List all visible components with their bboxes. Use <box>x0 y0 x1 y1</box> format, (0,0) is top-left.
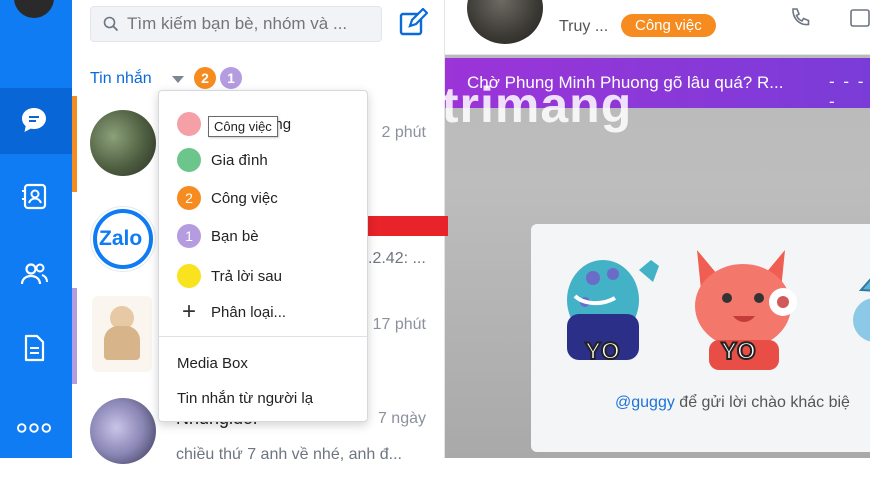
dropdown-add-category[interactable]: + Phân loại... <box>177 298 287 325</box>
sticker-greeting: @guggy để gửi lời chào khác biệ <box>615 394 850 412</box>
chat-avatar[interactable] <box>467 0 543 44</box>
row-tag-indicator <box>72 96 77 192</box>
zalo-logo-icon: Zalo <box>90 206 156 272</box>
document-icon[interactable] <box>16 330 52 366</box>
phone-icon[interactable] <box>789 6 813 33</box>
monster-sticker-icon[interactable]: YO <box>555 240 665 376</box>
chevron-down-icon[interactable] <box>172 76 184 83</box>
filter-label[interactable]: Tin nhắn <box>90 70 152 88</box>
zalo-logo-text: Zalo <box>99 227 143 250</box>
conversation-time: 7 ngày <box>377 410 426 427</box>
more-icon[interactable] <box>16 410 52 446</box>
fox-sticker-icon[interactable]: YO <box>683 240 807 376</box>
chat-tag-badge[interactable]: Công việc <box>621 14 716 37</box>
video-call-icon[interactable] <box>849 8 870 35</box>
dropdown-media-box[interactable]: Media Box <box>177 350 248 376</box>
tooltip: Công việc <box>208 116 278 137</box>
girl-illustration-avatar-icon <box>92 296 152 372</box>
dropdown-item-family[interactable]: Gia đình <box>177 147 268 173</box>
chat-name: Truy ... <box>559 18 609 35</box>
conversation-time: 17 phút <box>372 316 426 333</box>
dropdown-item-work[interactable]: 2 Công việc <box>177 185 278 211</box>
left-navigation <box>0 0 72 458</box>
partial-sticker-icon[interactable] <box>847 260 870 370</box>
tag-dot: 2 <box>177 186 201 210</box>
dropdown-divider <box>159 336 367 337</box>
search-input[interactable] <box>125 13 379 35</box>
dropdown-item-label: Tin nhắn từ người lạ <box>177 389 314 407</box>
greeting-text: để gửi lời chào khác biệ <box>674 394 850 411</box>
dropdown-item-label: Trả lời sau <box>211 267 282 285</box>
sticker-text: YO <box>720 337 757 366</box>
dropdown-item-label: Phân loại... <box>211 303 287 321</box>
sticker-suggestion-card: YO YO @guggy để gửi lời chào khác biệ <box>531 224 870 452</box>
chat-header: Truy ... Công việc <box>445 0 870 55</box>
message-icon[interactable] <box>16 102 52 138</box>
tag-dot <box>177 148 201 172</box>
tag-dot <box>177 264 201 288</box>
photo-avatar-icon <box>90 110 156 176</box>
dropdown-item-reply-later[interactable]: Trả lời sau <box>177 263 282 289</box>
dropdown-item-friends[interactable]: 1 Bạn bè <box>177 223 259 249</box>
work-count-badge: 2 <box>194 67 216 89</box>
chat-area: Truy ... Công việc Chờ Phung Minh Phuong… <box>445 0 870 458</box>
sticker-text: YO <box>584 337 621 366</box>
row-tag-indicator <box>72 288 77 384</box>
blurred-photo-avatar-icon <box>90 398 156 464</box>
guggy-mention-link[interactable]: @guggy <box>615 394 675 411</box>
group-icon[interactable] <box>16 256 52 292</box>
friends-count-badge: 1 <box>220 67 242 89</box>
compose-icon[interactable] <box>398 7 429 43</box>
plus-icon: + <box>181 298 196 325</box>
dropdown-item-label: Bạn bè <box>211 227 259 245</box>
dropdown-item-label: Công việc <box>211 189 278 207</box>
dropdown-stranger-messages[interactable]: Tin nhắn từ người lạ <box>177 385 313 411</box>
classification-dropdown: Khách hàng Gia đình 2 Công việc 1 Bạn bè… <box>158 90 368 422</box>
banner-dashes: - - - - <box>829 72 866 111</box>
dropdown-item-label: Gia đình <box>211 151 268 169</box>
tag-dot: 1 <box>177 224 201 248</box>
conversation-snippet: chiều thứ 7 anh về nhé, anh đ... <box>176 446 402 463</box>
tag-dot <box>177 112 201 136</box>
watermark: uantrimang <box>350 77 633 133</box>
contacts-icon[interactable] <box>16 178 52 214</box>
search-box[interactable] <box>90 6 382 42</box>
dropdown-item-label: Media Box <box>177 354 248 372</box>
search-icon <box>103 16 119 32</box>
user-avatar[interactable] <box>14 0 54 18</box>
